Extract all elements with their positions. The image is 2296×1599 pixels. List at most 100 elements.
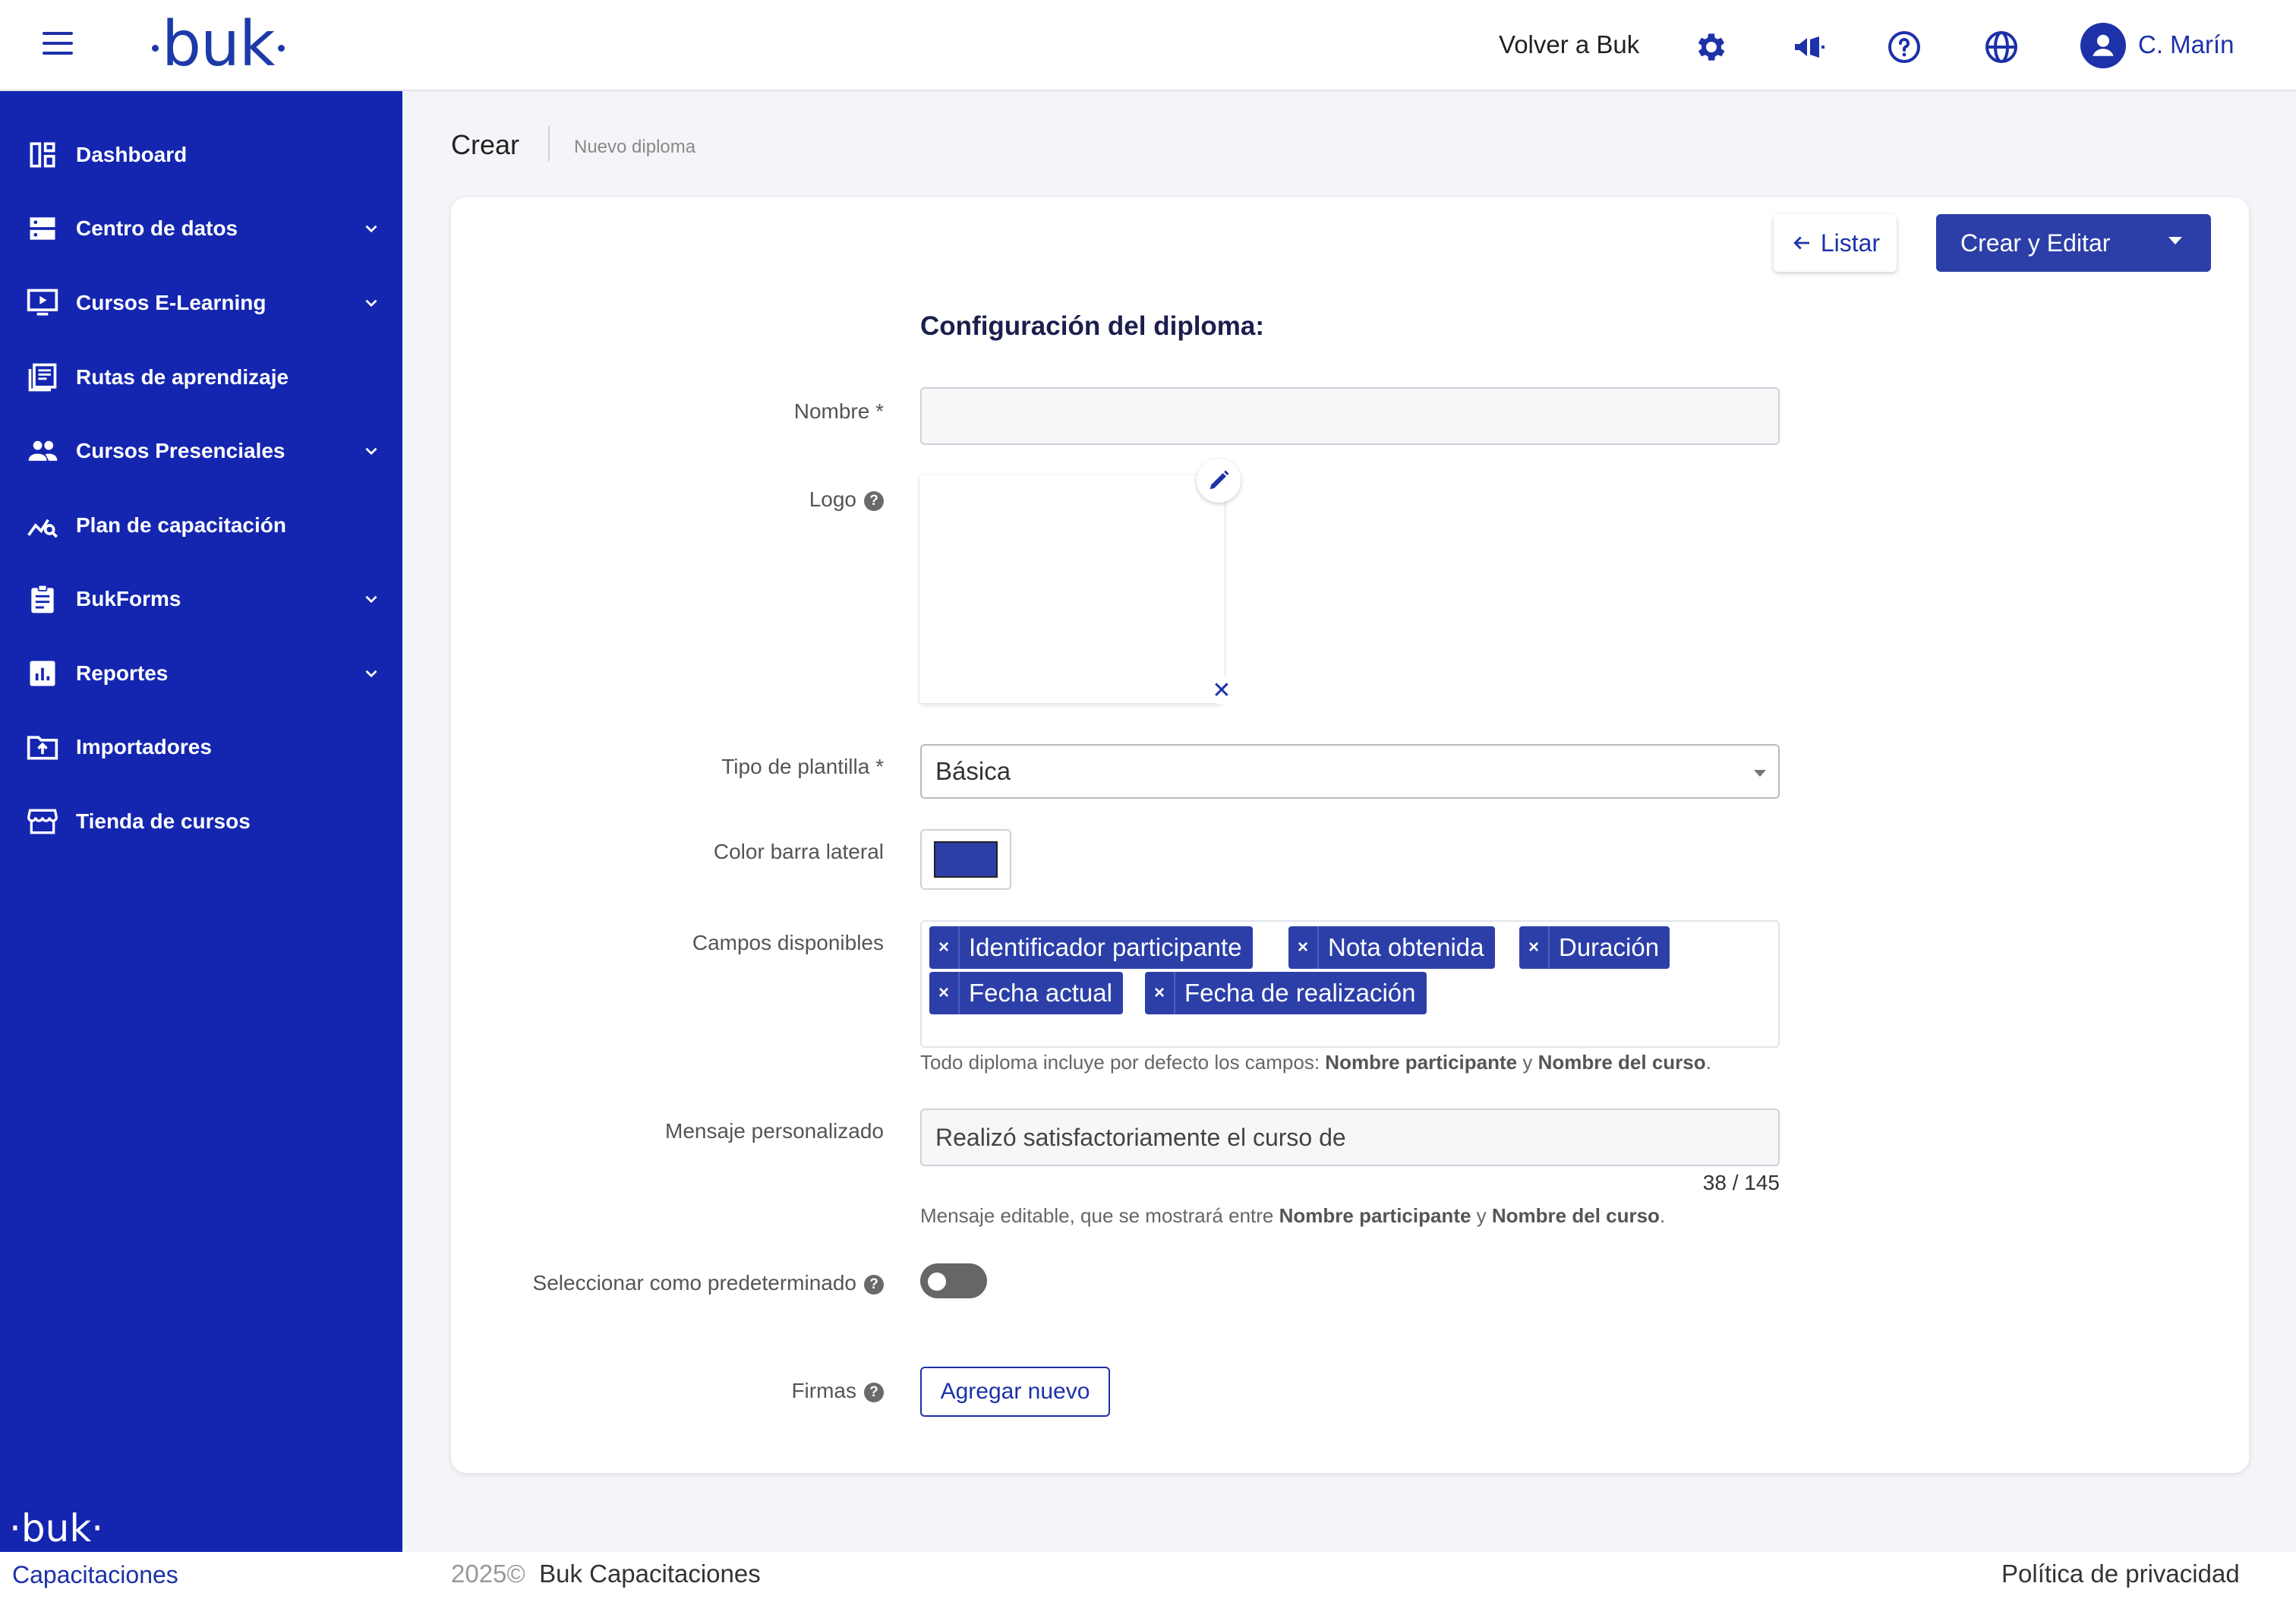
sidebar-item-label: Tienda de cursos (76, 809, 251, 833)
chart-search-icon (26, 509, 59, 542)
color-swatch (934, 841, 998, 878)
tag-item: × Fecha de realización (1145, 972, 1427, 1014)
store-icon (26, 805, 59, 838)
chevron-down-icon[interactable] (361, 589, 381, 609)
caret-down-icon[interactable] (2168, 237, 2182, 244)
tag-label: Fecha de realización (1184, 979, 1416, 1007)
megaphone-icon[interactable] (1790, 29, 1827, 65)
tag-label: Identificador participante (969, 933, 1242, 961)
hint-bold: Nombre del curso (1491, 1204, 1660, 1227)
privacy-policy-link[interactable]: Política de privacidad (2001, 1560, 2240, 1588)
tag-item: × Duración (1519, 926, 1670, 969)
book-list-icon (26, 361, 59, 394)
mensaje-label: Mensaje personalizado (665, 1119, 884, 1143)
chevron-down-icon[interactable] (361, 293, 381, 313)
hint-text: y (1517, 1051, 1538, 1074)
clipboard-icon (26, 582, 59, 616)
crear-y-editar-label: Crear y Editar (1960, 229, 2111, 257)
user-name[interactable]: C. Marín (2138, 30, 2234, 59)
logo-label: Logo? (352, 487, 884, 512)
help-circle-icon[interactable] (1886, 29, 1922, 65)
hint-text: . (1659, 1204, 1666, 1227)
tipo-plantilla-label: Tipo de plantilla * (721, 755, 884, 778)
gear-icon[interactable] (1693, 29, 1730, 65)
help-icon[interactable]: ? (864, 1382, 884, 1402)
sidebar: Dashboard Centro de datos Cursos E-Learn… (0, 91, 402, 1552)
tipo-plantilla-value: Básica (935, 757, 1011, 785)
sidebar-item-label: Cursos E-Learning (76, 291, 266, 314)
chevron-down-icon[interactable] (361, 219, 381, 238)
sidebar-item-dashboard[interactable]: Dashboard (0, 125, 402, 185)
sidebar-item-tienda-de-cursos[interactable]: Tienda de cursos (0, 791, 402, 852)
sidebar-item-plan-de-capacitacion[interactable]: Plan de capacitación (0, 495, 402, 556)
tag-label: Duración (1559, 933, 1660, 961)
hamburger-menu-icon[interactable] (43, 32, 73, 59)
character-counter: 38 / 145 (1702, 1171, 1780, 1194)
agregar-nuevo-button[interactable]: Agregar nuevo (920, 1367, 1110, 1417)
predeterminado-toggle[interactable] (920, 1263, 987, 1298)
crear-y-editar-button[interactable]: Crear y Editar (1936, 214, 2211, 272)
campos-hint: Todo diploma incluye por defecto los cam… (920, 1051, 1711, 1074)
globe-icon[interactable] (1983, 29, 2020, 65)
remove-tag-icon[interactable]: × (929, 926, 960, 969)
sidebar-item-label: Rutas de aprendizaje (76, 365, 289, 389)
sidebar-logo-text: buk (20, 1506, 92, 1550)
logo-upload-area[interactable] (920, 475, 1224, 703)
color-picker[interactable] (920, 829, 1011, 890)
people-icon (26, 434, 59, 468)
predeterminado-label-text: Seleccionar como predeterminado (532, 1271, 856, 1295)
tag-item: × Identificador participante (929, 926, 1253, 969)
logo-label-text: Logo (809, 487, 856, 511)
help-icon[interactable]: ? (864, 490, 884, 511)
top-bar: buk Volver a Buk C. Marín (0, 0, 2296, 91)
volver-a-buk-link[interactable]: Volver a Buk (1499, 30, 1639, 59)
section-title: Configuración del diploma: (920, 311, 1265, 341)
sidebar-footer-logo: ·buk· (9, 1506, 104, 1550)
tag-item: × Fecha actual (929, 972, 1123, 1014)
firmas-label: Firmas? (352, 1379, 884, 1403)
select-arrow-icon (1754, 770, 1766, 777)
hint-bold: Nombre participante (1279, 1204, 1471, 1227)
sidebar-item-label: Cursos Presenciales (76, 439, 285, 462)
close-icon[interactable]: ✕ (1207, 676, 1236, 705)
tag-label: Nota obtenida (1328, 933, 1484, 961)
sidebar-item-bukforms[interactable]: BukForms (0, 569, 402, 629)
page-subtitle: Nuevo diploma (574, 137, 696, 157)
hint-text: Mensaje editable, que se mostrará entre (920, 1204, 1279, 1227)
sidebar-item-centro-de-datos[interactable]: Centro de datos (0, 198, 402, 259)
sidebar-item-cursos-e-learning[interactable]: Cursos E-Learning (0, 273, 402, 333)
sidebar-item-label: Reportes (76, 661, 169, 685)
toggle-knob (928, 1273, 946, 1291)
listar-button[interactable]: Listar (1774, 214, 1897, 272)
color-barra-label: Color barra lateral (713, 840, 884, 863)
chevron-down-icon[interactable] (361, 664, 381, 683)
campos-disponibles-label: Campos disponibles (692, 931, 884, 954)
tag-label: Fecha actual (969, 979, 1112, 1007)
monitor-play-icon (26, 286, 59, 320)
hint-text: . (1705, 1051, 1711, 1074)
sidebar-item-reportes[interactable]: Reportes (0, 643, 402, 704)
remove-tag-icon[interactable]: × (1145, 972, 1175, 1014)
chevron-down-icon[interactable] (361, 441, 381, 461)
mensaje-input[interactable] (920, 1109, 1780, 1166)
sidebar-item-importadores[interactable]: Importadores (0, 717, 402, 777)
predeterminado-label: Seleccionar como predeterminado? (352, 1271, 884, 1295)
folder-upload-icon (26, 730, 59, 764)
sidebar-item-rutas-de-aprendizaje[interactable]: Rutas de aprendizaje (0, 347, 402, 408)
user-avatar-icon[interactable] (2080, 23, 2126, 68)
tipo-plantilla-select[interactable]: Básica (920, 744, 1780, 799)
edit-pencil-icon[interactable] (1197, 459, 1241, 503)
sidebar-item-cursos-presenciales[interactable]: Cursos Presenciales (0, 421, 402, 481)
listar-label: Listar (1820, 229, 1881, 257)
remove-tag-icon[interactable]: × (1288, 926, 1319, 969)
remove-tag-icon[interactable]: × (929, 972, 960, 1014)
nombre-input[interactable] (920, 387, 1780, 445)
hint-text: Todo diploma incluye por defecto los cam… (920, 1051, 1326, 1074)
help-icon[interactable]: ? (864, 1274, 884, 1295)
sidebar-item-label: Centro de datos (76, 216, 238, 240)
bar-chart-icon (26, 657, 59, 690)
remove-tag-icon[interactable]: × (1519, 926, 1550, 969)
tag-item: × Nota obtenida (1288, 926, 1495, 969)
buk-logo[interactable]: buk (149, 11, 288, 79)
nombre-label: Nombre * (793, 399, 884, 423)
